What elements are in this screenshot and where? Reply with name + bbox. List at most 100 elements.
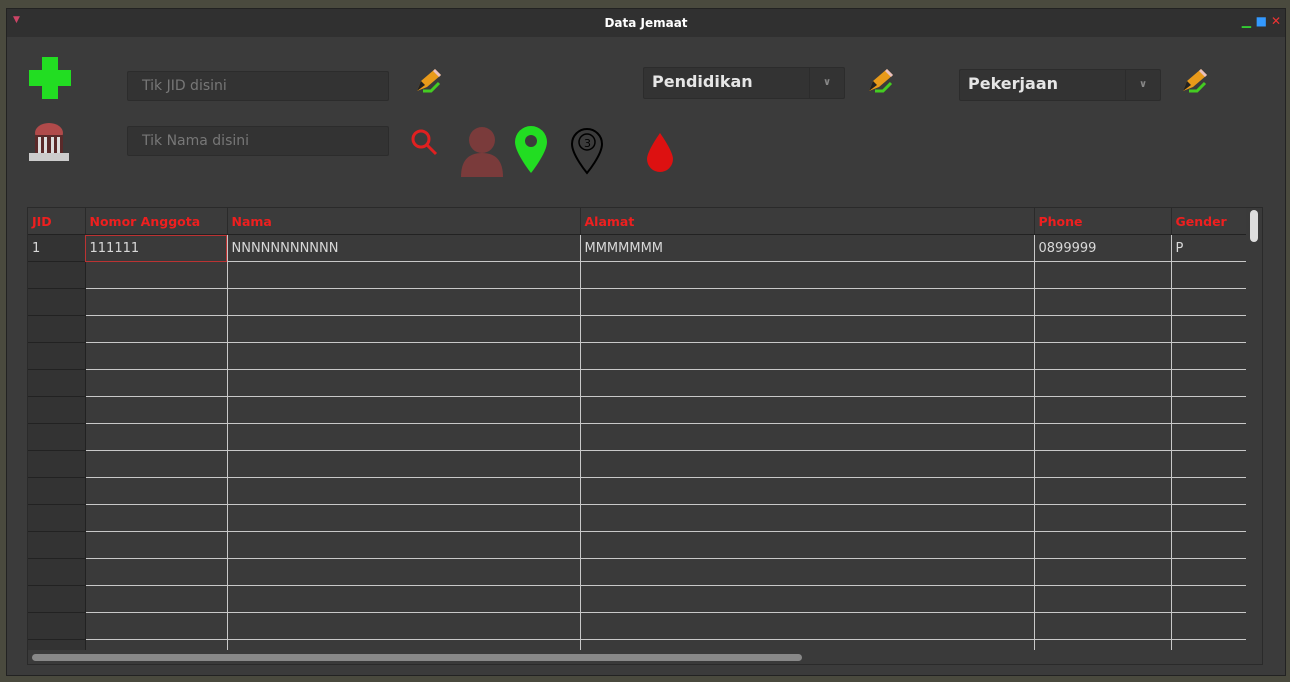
empty-table-row[interactable] xyxy=(28,369,1247,397)
empty-cell[interactable] xyxy=(227,396,581,424)
column-header-nomor-anggota[interactable]: Nomor Anggota xyxy=(85,208,228,235)
cell-nomor-anggota[interactable]: 111111 xyxy=(85,234,228,262)
empty-cell[interactable] xyxy=(580,558,1035,586)
empty-cell[interactable] xyxy=(28,558,86,586)
empty-cell[interactable] xyxy=(227,585,581,613)
empty-cell[interactable] xyxy=(1034,369,1172,397)
cell-nama[interactable]: NNNNNNNNNNN xyxy=(227,234,581,262)
empty-table-row[interactable] xyxy=(28,315,1247,343)
empty-cell[interactable] xyxy=(28,585,86,613)
column-header-jid[interactable]: JID xyxy=(28,208,86,235)
empty-cell[interactable] xyxy=(227,450,581,478)
cell-alamat[interactable]: MMMMMMM xyxy=(580,234,1035,262)
search-icon[interactable] xyxy=(409,127,439,157)
member-photo-icon[interactable] xyxy=(29,119,69,161)
empty-cell[interactable] xyxy=(1171,450,1247,478)
empty-cell[interactable] xyxy=(85,477,228,505)
empty-cell[interactable] xyxy=(227,288,581,316)
empty-cell[interactable] xyxy=(85,612,228,640)
empty-cell[interactable] xyxy=(85,369,228,397)
cell-jid[interactable]: 1 xyxy=(28,234,86,262)
empty-cell[interactable] xyxy=(28,369,86,397)
empty-cell[interactable] xyxy=(28,531,86,559)
empty-cell[interactable] xyxy=(1171,423,1247,451)
empty-cell[interactable] xyxy=(580,477,1035,505)
empty-table-row[interactable] xyxy=(28,423,1247,451)
jemaat-table[interactable]: JID Nomor Anggota Nama Alamat Phone Gend… xyxy=(27,207,1263,665)
empty-cell[interactable] xyxy=(85,558,228,586)
vertical-scrollbar-thumb[interactable] xyxy=(1250,210,1258,242)
empty-cell[interactable] xyxy=(580,504,1035,532)
empty-cell[interactable] xyxy=(227,315,581,343)
empty-table-row[interactable] xyxy=(28,504,1247,532)
close-icon[interactable]: ✕ xyxy=(1271,14,1281,28)
empty-cell[interactable] xyxy=(580,396,1035,424)
empty-cell[interactable] xyxy=(1034,288,1172,316)
cell-gender[interactable]: P xyxy=(1171,234,1247,262)
empty-cell[interactable] xyxy=(227,369,581,397)
empty-table-row[interactable] xyxy=(28,450,1247,478)
empty-cell[interactable] xyxy=(580,315,1035,343)
empty-cell[interactable] xyxy=(28,612,86,640)
empty-cell[interactable] xyxy=(1034,558,1172,586)
vertical-scrollbar-track[interactable] xyxy=(1246,208,1262,664)
empty-cell[interactable] xyxy=(1171,396,1247,424)
location-pin-icon[interactable] xyxy=(513,125,549,175)
empty-cell[interactable] xyxy=(85,342,228,370)
empty-cell[interactable] xyxy=(85,288,228,316)
horizontal-scrollbar-thumb[interactable] xyxy=(32,654,802,661)
empty-cell[interactable] xyxy=(1034,477,1172,505)
empty-cell[interactable] xyxy=(227,612,581,640)
pekerjaan-select[interactable]: Pekerjaan ∨ xyxy=(959,69,1161,101)
empty-cell[interactable] xyxy=(28,477,86,505)
empty-cell[interactable] xyxy=(85,315,228,343)
empty-cell[interactable] xyxy=(1034,396,1172,424)
empty-cell[interactable] xyxy=(85,450,228,478)
empty-cell[interactable] xyxy=(1171,585,1247,613)
empty-table-row[interactable] xyxy=(28,531,1247,559)
empty-cell[interactable] xyxy=(1171,558,1247,586)
empty-cell[interactable] xyxy=(1171,342,1247,370)
empty-cell[interactable] xyxy=(85,423,228,451)
empty-cell[interactable] xyxy=(28,504,86,532)
empty-cell[interactable] xyxy=(28,342,86,370)
empty-table-row[interactable] xyxy=(28,261,1247,289)
edit-jid-icon[interactable] xyxy=(413,65,443,95)
chevron-down-icon[interactable]: ∨ xyxy=(809,68,844,98)
chevron-down-icon[interactable]: ∨ xyxy=(1125,70,1160,100)
empty-cell[interactable] xyxy=(227,558,581,586)
empty-cell[interactable] xyxy=(28,396,86,424)
column-header-alamat[interactable]: Alamat xyxy=(580,208,1035,235)
empty-cell[interactable] xyxy=(1171,315,1247,343)
empty-table-row[interactable] xyxy=(28,612,1247,640)
numbered-pin-icon[interactable]: 3 xyxy=(569,127,605,177)
empty-cell[interactable] xyxy=(227,531,581,559)
empty-cell[interactable] xyxy=(580,612,1035,640)
blood-drop-icon[interactable] xyxy=(643,131,677,175)
empty-cell[interactable] xyxy=(85,504,228,532)
empty-cell[interactable] xyxy=(1034,342,1172,370)
empty-cell[interactable] xyxy=(85,396,228,424)
empty-cell[interactable] xyxy=(1034,504,1172,532)
empty-cell[interactable] xyxy=(85,585,228,613)
cell-phone[interactable]: 0899999 xyxy=(1034,234,1172,262)
empty-cell[interactable] xyxy=(1171,612,1247,640)
empty-table-row[interactable] xyxy=(28,342,1247,370)
nama-search-input[interactable]: Tik Nama disini xyxy=(127,126,389,156)
empty-cell[interactable] xyxy=(1171,477,1247,505)
empty-cell[interactable] xyxy=(580,531,1035,559)
empty-cell[interactable] xyxy=(580,423,1035,451)
column-header-phone[interactable]: Phone xyxy=(1034,208,1172,235)
empty-cell[interactable] xyxy=(227,477,581,505)
horizontal-scrollbar-track[interactable] xyxy=(28,650,1262,664)
empty-cell[interactable] xyxy=(227,423,581,451)
empty-cell[interactable] xyxy=(580,450,1035,478)
empty-cell[interactable] xyxy=(1034,315,1172,343)
empty-cell[interactable] xyxy=(1034,585,1172,613)
empty-cell[interactable] xyxy=(1034,423,1172,451)
empty-cell[interactable] xyxy=(1171,369,1247,397)
person-icon[interactable] xyxy=(459,125,505,177)
edit-pendidikan-icon[interactable] xyxy=(865,65,895,95)
empty-cell[interactable] xyxy=(28,315,86,343)
column-header-nama[interactable]: Nama xyxy=(227,208,581,235)
